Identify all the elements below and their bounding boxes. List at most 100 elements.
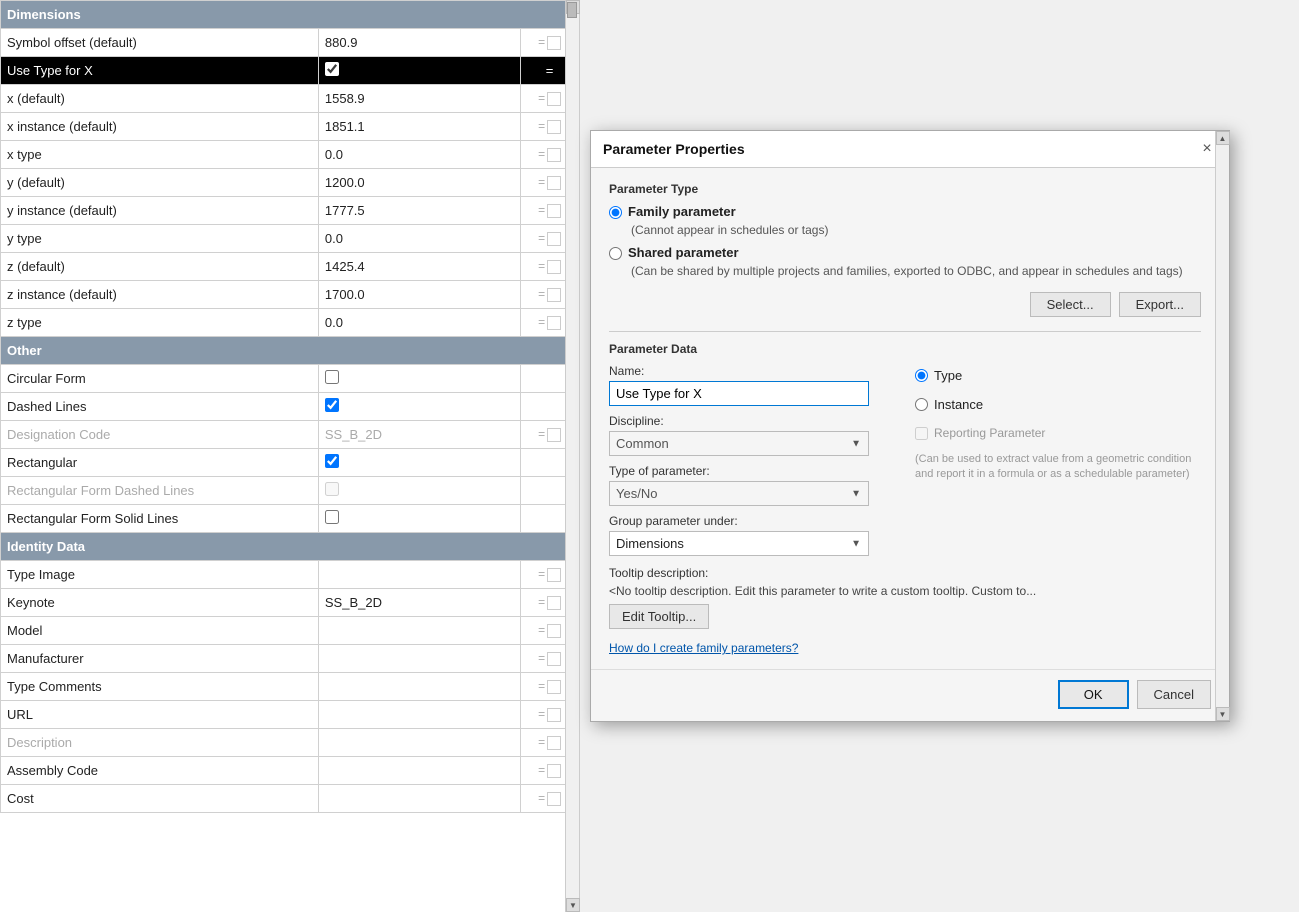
dialog-title: Parameter Properties bbox=[603, 141, 745, 157]
properties-panel: DimensionsSymbol offset (default)880.9=U… bbox=[0, 0, 580, 912]
row-value bbox=[318, 701, 520, 729]
discipline-select[interactable]: Common bbox=[609, 431, 869, 456]
row-value[interactable] bbox=[318, 365, 520, 393]
formula-indicator bbox=[547, 120, 561, 134]
family-param-label[interactable]: Family parameter bbox=[628, 204, 736, 219]
row-value: 1558.9 bbox=[318, 85, 520, 113]
row-value: 0.0 bbox=[318, 309, 520, 337]
scrollbar-thumb[interactable] bbox=[567, 2, 577, 18]
row-label: y instance (default) bbox=[1, 197, 319, 225]
row-checkbox[interactable] bbox=[325, 370, 339, 384]
formula-indicator bbox=[547, 652, 561, 666]
main-scrollbar[interactable]: ▲ ▼ bbox=[565, 0, 579, 912]
formula-indicator bbox=[547, 148, 561, 162]
export-button[interactable]: Export... bbox=[1119, 292, 1201, 317]
row-value[interactable] bbox=[318, 449, 520, 477]
row-checkbox[interactable] bbox=[325, 482, 339, 496]
group-param-select[interactable]: Dimensions bbox=[609, 531, 869, 556]
param-data-left: Name: Discipline: Common bbox=[609, 364, 895, 556]
type-of-param-select-wrapper: Yes/No bbox=[609, 481, 869, 506]
row-checkbox[interactable] bbox=[325, 454, 339, 468]
shared-param-label[interactable]: Shared parameter bbox=[628, 245, 739, 260]
formula-indicator bbox=[547, 568, 561, 582]
table-row: Rectangular Form Dashed Lines bbox=[1, 477, 579, 505]
table-row: z (default)1425.4= bbox=[1, 253, 579, 281]
table-row: y type0.0= bbox=[1, 225, 579, 253]
scroll-down-arrow[interactable]: ▼ bbox=[566, 898, 580, 912]
row-label: Circular Form bbox=[1, 365, 319, 393]
dialog-scroll-up[interactable]: ▲ bbox=[1216, 131, 1230, 145]
section-header-other: Other bbox=[1, 337, 579, 365]
row-value bbox=[318, 757, 520, 785]
divider bbox=[609, 331, 1201, 332]
row-checkbox[interactable] bbox=[325, 398, 339, 412]
dialog-scroll-down[interactable]: ▼ bbox=[1216, 707, 1230, 721]
instance-radio[interactable] bbox=[915, 398, 928, 411]
row-value[interactable] bbox=[318, 393, 520, 421]
reporting-param-label[interactable]: Reporting Parameter bbox=[934, 426, 1045, 440]
row-label: Use Type for X bbox=[1, 57, 319, 85]
param-data-label: Parameter Data bbox=[609, 342, 1201, 356]
reporting-checkbox[interactable] bbox=[915, 427, 928, 440]
row-label: y (default) bbox=[1, 169, 319, 197]
row-label: Designation Code bbox=[1, 421, 319, 449]
shared-param-note: (Can be shared by multiple projects and … bbox=[631, 264, 1201, 278]
select-button[interactable]: Select... bbox=[1030, 292, 1111, 317]
row-value: 880.9 bbox=[318, 29, 520, 57]
discipline-label: Discipline: bbox=[609, 414, 895, 428]
instance-radio-row: Instance bbox=[915, 397, 1201, 412]
row-value[interactable] bbox=[318, 57, 520, 85]
table-row: Model= bbox=[1, 617, 579, 645]
row-label: z (default) bbox=[1, 253, 319, 281]
table-row: Assembly Code= bbox=[1, 757, 579, 785]
formula-indicator bbox=[547, 764, 561, 778]
cancel-button[interactable]: Cancel bbox=[1137, 680, 1211, 709]
shared-param-radio[interactable] bbox=[609, 247, 622, 260]
properties-table: DimensionsSymbol offset (default)880.9=U… bbox=[0, 0, 579, 813]
table-row: y (default)1200.0= bbox=[1, 169, 579, 197]
name-field-group: Name: bbox=[609, 364, 895, 406]
table-row: KeynoteSS_B_2D= bbox=[1, 589, 579, 617]
instance-radio-label[interactable]: Instance bbox=[934, 397, 983, 412]
row-value bbox=[318, 561, 520, 589]
type-of-param-select[interactable]: Yes/No bbox=[609, 481, 869, 506]
row-value[interactable] bbox=[318, 477, 520, 505]
row-value: SS_B_2D bbox=[318, 421, 520, 449]
row-checkbox[interactable] bbox=[325, 510, 339, 524]
family-param-radio[interactable] bbox=[609, 206, 622, 219]
type-radio[interactable] bbox=[915, 369, 928, 382]
row-value[interactable] bbox=[318, 505, 520, 533]
name-input[interactable] bbox=[609, 381, 869, 406]
row-label: Cost bbox=[1, 785, 319, 813]
table-row: Circular Form bbox=[1, 365, 579, 393]
row-checkbox[interactable] bbox=[325, 62, 339, 76]
row-value bbox=[318, 729, 520, 757]
formula-indicator bbox=[547, 36, 561, 50]
edit-tooltip-button[interactable]: Edit Tooltip... bbox=[609, 604, 709, 629]
reporting-checkbox-row: Reporting Parameter bbox=[915, 426, 1201, 440]
ok-button[interactable]: OK bbox=[1058, 680, 1129, 709]
shared-param-row: Shared parameter bbox=[609, 245, 1201, 260]
dialog-close-button[interactable]: × bbox=[1197, 139, 1217, 159]
dialog-footer: OK Cancel bbox=[591, 669, 1229, 721]
dialog-scrollbar[interactable]: ▲ ▼ bbox=[1215, 131, 1229, 721]
row-label: Rectangular Form Solid Lines bbox=[1, 505, 319, 533]
table-row: Type Comments= bbox=[1, 673, 579, 701]
shared-param-buttons: Select... Export... bbox=[609, 286, 1201, 327]
table-row: x instance (default)1851.1= bbox=[1, 113, 579, 141]
row-value: 0.0 bbox=[318, 141, 520, 169]
row-label: y type bbox=[1, 225, 319, 253]
parameter-properties-dialog[interactable]: ▲ ▼ Parameter Properties × Parameter Typ… bbox=[590, 130, 1230, 722]
group-param-field-group: Group parameter under: Dimensions bbox=[609, 514, 895, 556]
reporting-note: (Can be used to extract value from a geo… bbox=[915, 452, 1201, 483]
row-value bbox=[318, 617, 520, 645]
row-label: Type Comments bbox=[1, 673, 319, 701]
row-label: z instance (default) bbox=[1, 281, 319, 309]
formula-indicator bbox=[547, 708, 561, 722]
type-radio-label[interactable]: Type bbox=[934, 368, 962, 383]
formula-indicator bbox=[547, 680, 561, 694]
type-of-param-field-group: Type of parameter: Yes/No bbox=[609, 464, 895, 506]
help-link[interactable]: How do I create family parameters? bbox=[609, 641, 1201, 655]
table-row: Designation CodeSS_B_2D= bbox=[1, 421, 579, 449]
row-label: Manufacturer bbox=[1, 645, 319, 673]
